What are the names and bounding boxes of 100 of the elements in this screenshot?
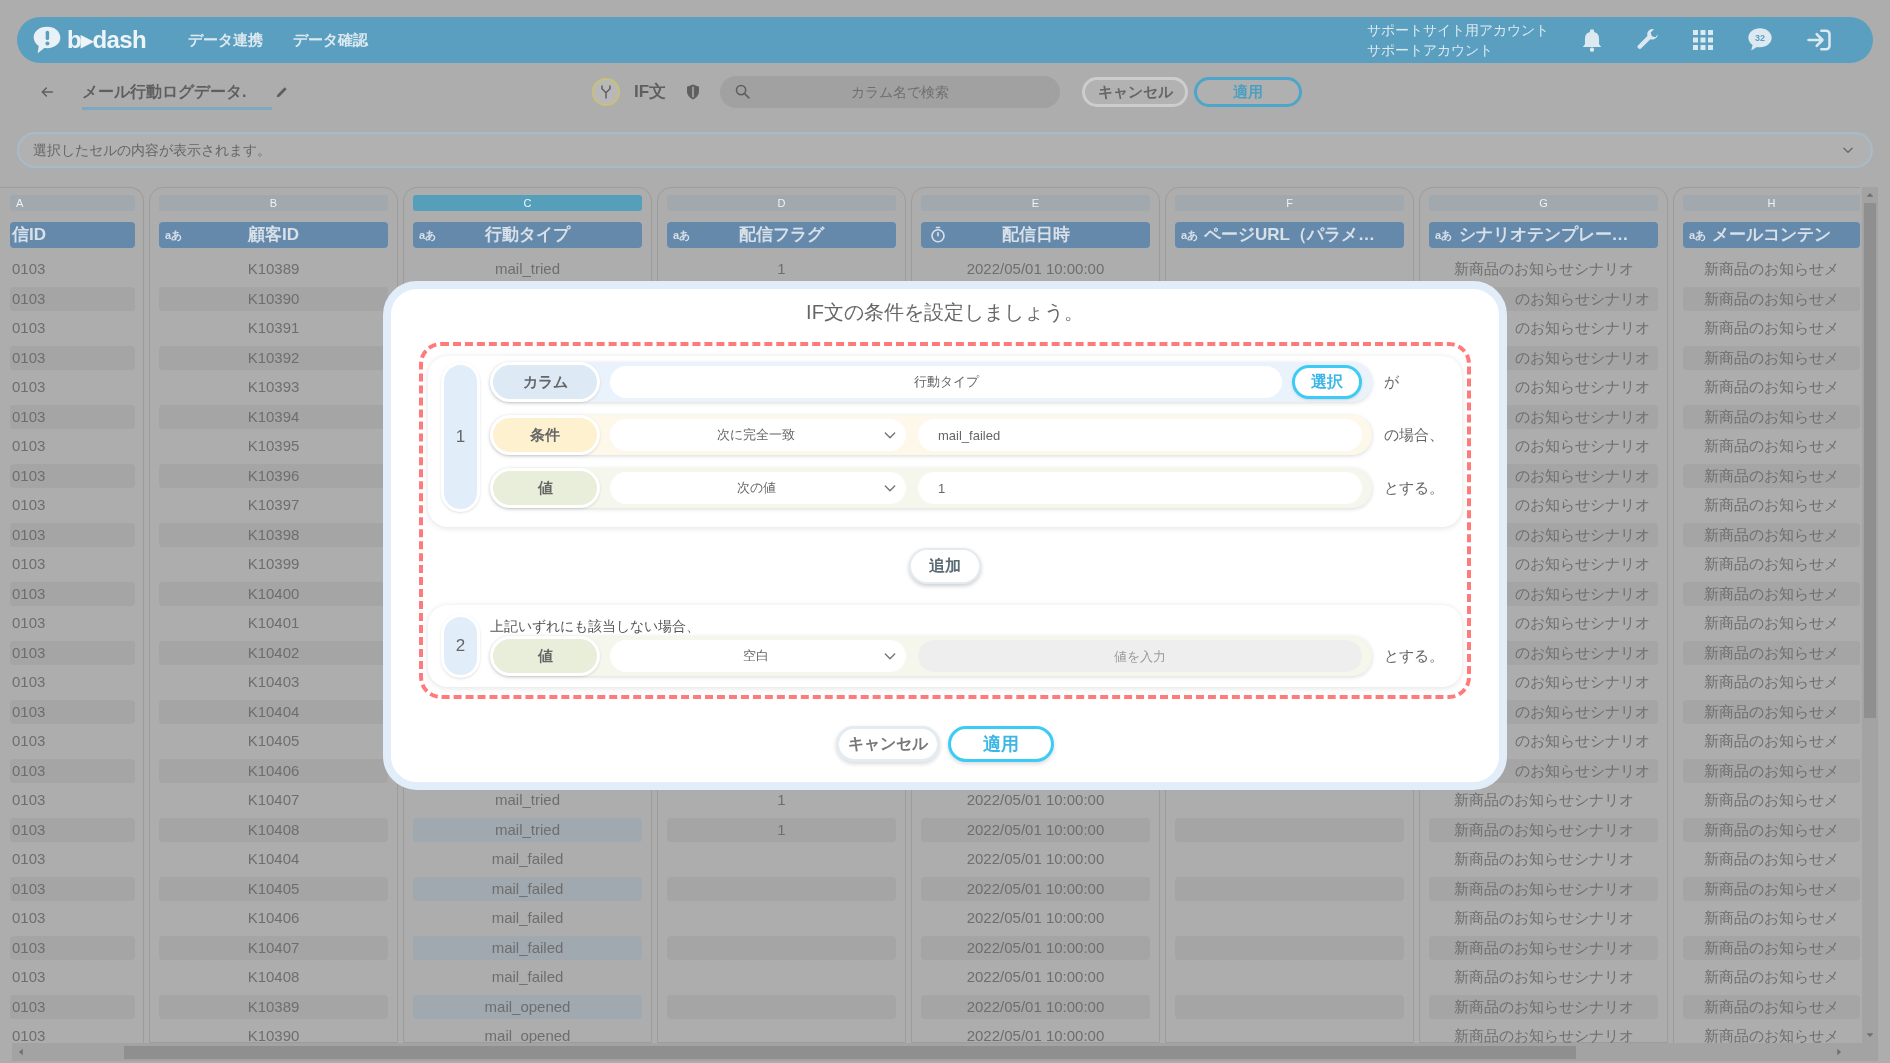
button[interactable]: 適用 [1194, 77, 1303, 107]
table-cell[interactable]: 新商品のお知らせメ [1683, 906, 1860, 931]
column-title: 配信フラグ [739, 224, 824, 246]
table-cell[interactable]: 1 [667, 788, 896, 813]
table-cell[interactable]: mail_tried [413, 788, 642, 813]
table-cell[interactable]: 新商品のお知らせシナリオ [1429, 847, 1658, 872]
vertical-scrollbar[interactable] [1862, 187, 1878, 1043]
column-header[interactable]: 配信日時 [921, 222, 1150, 248]
table-cell[interactable]: 新商品のお知らせメ [1683, 847, 1860, 872]
scroll-left-icon[interactable] [16, 1047, 26, 1057]
table-cell[interactable]: 新商品のお知らせシナリオ [1429, 906, 1658, 931]
column-letter[interactable]: G [1429, 195, 1658, 211]
table-cell[interactable]: 0103 [10, 257, 135, 282]
column-header[interactable]: aあ シナリオテンプレー… [1429, 222, 1658, 248]
table-cell[interactable]: 新商品のお知らせメ [1683, 965, 1860, 990]
table-cell[interactable]: 1 [667, 257, 896, 282]
table-cell[interactable]: 新商品のお知らせメ [1683, 375, 1860, 400]
table-cell[interactable]: 0103 [10, 375, 135, 400]
scroll-right-icon[interactable] [1834, 1047, 1844, 1057]
select-button[interactable]: 選択 [1292, 365, 1362, 399]
table-cell[interactable]: mail_tried [413, 817, 642, 842]
column-letter[interactable]: H [1683, 195, 1860, 211]
button[interactable]: キャンセル [1082, 77, 1189, 107]
column-header[interactable]: aあ ページURL（パラメ… [1175, 222, 1404, 248]
column-letter[interactable]: C [413, 195, 642, 211]
table-cell[interactable]: 0103 [10, 1024, 135, 1043]
table-cell[interactable]: 2022/05/01 10:00:00 [921, 1024, 1150, 1043]
table-cell[interactable]: mail_failed [413, 847, 642, 872]
table-cell[interactable]: 新商品のお知らせメ [1683, 729, 1860, 754]
value-field[interactable]: 1 [918, 472, 1362, 504]
table-cell[interactable]: 新商品のお知らせシナリオ [1429, 1024, 1658, 1043]
table-cell[interactable]: 0103 [10, 788, 135, 813]
column-letter[interactable]: A [10, 195, 135, 211]
button[interactable]: 適用 [948, 726, 1054, 762]
column-letter[interactable]: E [921, 195, 1150, 211]
branch-icon [598, 84, 614, 100]
table-cell[interactable]: 0103 [10, 316, 135, 341]
table-cell[interactable]: 新商品のお知らせメ [1683, 257, 1860, 282]
column-title: シナリオテンプレー… [1458, 224, 1629, 246]
table-cell[interactable]: 2022/05/01 10:00:00 [921, 965, 1150, 990]
table-cell[interactable]: 2022/05/01 10:00:00 [921, 257, 1150, 282]
column-letter[interactable]: D [667, 195, 896, 211]
table-cell[interactable]: mail_failed [413, 876, 642, 901]
table-cell[interactable]: 0103 [10, 493, 135, 518]
table-cell[interactable]: 新商品のお知らせシナリオ [1429, 965, 1658, 990]
logout-icon[interactable] [1805, 26, 1833, 54]
table-cell[interactable]: 新商品のお知らせメ [1683, 788, 1860, 813]
table-cell[interactable]: 0103 [10, 847, 135, 872]
table-cell[interactable]: mail_failed [413, 935, 642, 960]
table-cell[interactable]: K10404 [159, 847, 388, 872]
table-cell[interactable]: mail_failed [413, 965, 642, 990]
table-cell[interactable]: mail_failed [413, 906, 642, 931]
nav-link[interactable]: データ連携 [188, 28, 264, 52]
table-cell[interactable]: 新商品のお知らせメ [1683, 434, 1860, 459]
button[interactable]: キャンセル [836, 726, 940, 762]
table-cell[interactable]: mail_opened [413, 994, 642, 1019]
column-header[interactable]: 信ID [10, 222, 135, 248]
table-cell[interactable]: 0103 [10, 552, 135, 577]
column-header[interactable]: aあ 顧客ID [159, 222, 388, 248]
table-cell[interactable]: 2022/05/01 10:00:00 [921, 847, 1150, 872]
table-cell[interactable]: 2022/05/01 10:00:00 [921, 906, 1150, 931]
table-cell[interactable]: 2022/05/01 10:00:00 [921, 788, 1150, 813]
table-cell[interactable]: K10406 [159, 906, 388, 931]
table-cell[interactable]: 新商品のお知らせメ [1683, 1024, 1860, 1043]
scroll-up-icon[interactable] [1865, 190, 1875, 200]
dropdown[interactable]: 次の値 [610, 472, 906, 504]
nav-link[interactable]: データ確認 [293, 28, 369, 52]
scroll-down-icon[interactable] [1865, 1030, 1875, 1040]
value-field[interactable]: mail_failed [918, 419, 1362, 451]
column-header[interactable]: aあ 行動タイプ [413, 222, 642, 248]
table-cell[interactable]: K10390 [159, 1024, 388, 1043]
table-cell[interactable]: 新商品のお知らせメ [1683, 493, 1860, 518]
table-cell[interactable]: mail_tried [413, 257, 642, 282]
table-cell[interactable]: 新商品のお知らせシナリオ [1429, 257, 1658, 282]
back-arrow-icon[interactable] [39, 84, 55, 100]
row-label: 値 [490, 636, 600, 676]
horizontal-scrollbar[interactable] [12, 1043, 1878, 1061]
table-cell[interactable]: 新商品のお知らせメ [1683, 316, 1860, 341]
column-letter[interactable]: B [159, 195, 388, 211]
formula-bar[interactable]: 選択したセルの内容が表示されます。 [17, 132, 1873, 168]
table-cell[interactable]: 0103 [10, 906, 135, 931]
column-header[interactable]: aあ メールコンテン [1683, 222, 1860, 248]
table-cell[interactable]: 0103 [10, 965, 135, 990]
column-header[interactable]: aあ 配信フラグ [667, 222, 896, 248]
table-cell[interactable]: 0103 [10, 729, 135, 754]
table-cell[interactable]: K10407 [159, 788, 388, 813]
column-field[interactable]: 行動タイプ [610, 366, 1282, 398]
grid-icon[interactable] [1691, 28, 1715, 52]
table-cell[interactable]: 新商品のお知らせメ [1683, 552, 1860, 577]
table-cell[interactable]: 新商品のお知らせメ [1683, 670, 1860, 695]
table-cell[interactable]: 0103 [10, 670, 135, 695]
column-letter[interactable]: F [1175, 195, 1404, 211]
dropdown[interactable]: 次に完全一致 [610, 419, 906, 451]
table-cell[interactable]: K10389 [159, 257, 388, 282]
table-cell[interactable]: 新商品のお知らせシナリオ [1429, 788, 1658, 813]
table-cell[interactable]: 0103 [10, 434, 135, 459]
table-cell[interactable]: 0103 [10, 611, 135, 636]
add-button[interactable]: 追加 [909, 548, 981, 584]
table-cell[interactable]: K10408 [159, 965, 388, 990]
table-cell[interactable]: 新商品のお知らせメ [1683, 611, 1860, 636]
